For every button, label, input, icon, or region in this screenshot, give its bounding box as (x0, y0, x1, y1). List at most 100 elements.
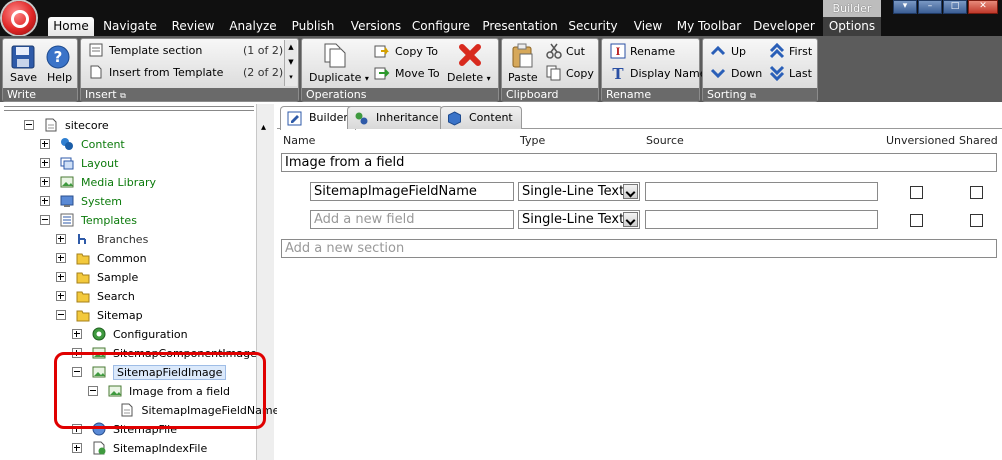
delete-button[interactable]: Delete ▾ (447, 71, 491, 84)
help-icon: ? (46, 45, 70, 69)
tree-item-branches[interactable]: Branches (56, 231, 148, 249)
copy-to-icon (374, 45, 389, 58)
field-unversioned-checkbox[interactable] (910, 186, 923, 199)
tab-versions[interactable]: Versions (346, 17, 406, 36)
collapse-icon[interactable] (56, 310, 66, 320)
paste-button[interactable]: Paste (508, 71, 538, 84)
group-clipboard: Paste Cut Copy Clipboard (501, 38, 599, 102)
group-sorting-label: Sorting ⧉ (703, 88, 817, 101)
rename-button[interactable]: Rename (630, 45, 675, 58)
tree-item-layout[interactable]: Layout (40, 155, 118, 173)
section-name-input[interactable]: Image from a field (281, 153, 997, 172)
new-field-type-select[interactable]: Single-Line Text (518, 210, 640, 229)
new-field-input[interactable]: Add a new field (310, 210, 514, 229)
tab-home[interactable]: Home (48, 17, 94, 36)
copy-button[interactable]: Copy (566, 67, 594, 80)
down-icon (710, 68, 726, 79)
expand-icon[interactable] (40, 196, 50, 206)
expand-icon[interactable] (72, 443, 82, 453)
move-last-button[interactable]: Last (789, 67, 812, 80)
new-field-source-input[interactable] (645, 210, 878, 229)
tree-item-sitemap-index-file[interactable]: SitemapIndexFile (72, 440, 207, 458)
move-first-button[interactable]: First (789, 45, 812, 58)
template-section-icon (89, 43, 103, 57)
move-to-icon (374, 67, 390, 80)
move-up-button[interactable]: Up (731, 45, 746, 58)
folder-icon (76, 310, 89, 322)
save-button[interactable]: Save (10, 71, 37, 84)
insert-template-section-button[interactable]: Template section (109, 44, 202, 57)
insert-from-template-button[interactable]: Insert from Template (109, 66, 223, 79)
display-name-button[interactable]: Display Name (630, 67, 707, 80)
tree-item-templates[interactable]: Templates (40, 212, 137, 230)
tab-content[interactable]: Content (440, 106, 522, 129)
duplicate-button[interactable]: Duplicate ▾ (309, 71, 369, 84)
maximize-icon[interactable]: □ (943, 0, 967, 14)
field-type-select[interactable]: Single-Line Text (518, 182, 640, 201)
new-field-unversioned-checkbox[interactable] (910, 214, 923, 227)
expand-icon[interactable] (40, 139, 50, 149)
tab-presentation[interactable]: Presentation (480, 17, 560, 36)
column-header-source: Source (646, 134, 684, 147)
move-down-button[interactable]: Down (731, 67, 762, 80)
sitemap-index-icon (93, 441, 105, 455)
dropdown-icon[interactable]: ▾ (893, 0, 917, 14)
tab-my-toolbar[interactable]: My Toolbar (676, 17, 742, 36)
expand-icon[interactable] (56, 253, 66, 263)
collapse-icon[interactable] (40, 215, 50, 225)
close-icon[interactable]: ✕ (968, 0, 998, 14)
configuration-icon (92, 327, 105, 341)
tree-item-configuration[interactable]: Configuration (72, 326, 188, 344)
last-icon (769, 65, 785, 81)
minimize-icon[interactable]: – (918, 0, 942, 14)
tree-item-content[interactable]: Content (40, 136, 125, 154)
insert-gallery-scroll[interactable]: ▲ ▼ ▾ (284, 40, 297, 86)
tab-navigate[interactable]: Navigate (100, 17, 160, 36)
tab-developer[interactable]: Developer (752, 17, 816, 36)
help-button[interactable]: Help (47, 71, 72, 84)
tree-item-media-library[interactable]: Media Library (40, 174, 156, 192)
tab-view[interactable]: View (630, 17, 666, 36)
sitecore-icon (45, 118, 56, 132)
field-source-input[interactable] (645, 182, 878, 201)
tree-item-system[interactable]: System (40, 193, 122, 211)
tab-configure[interactable]: Configure (410, 17, 472, 36)
collapse-icon[interactable] (24, 120, 34, 130)
new-section-input[interactable]: Add a new section (281, 239, 997, 258)
sitecore-start-button[interactable] (2, 1, 36, 35)
expand-icon[interactable] (56, 234, 66, 244)
move-to-button[interactable]: Move To (395, 67, 440, 80)
content-icon (60, 138, 73, 150)
chevron-down-icon[interactable] (623, 212, 638, 227)
scroll-up-icon[interactable]: ▴ (261, 122, 266, 133)
tab-publish[interactable]: Publish (288, 17, 338, 36)
expand-icon[interactable] (40, 158, 50, 168)
copy-to-button[interactable]: Copy To (395, 45, 438, 58)
cut-button[interactable]: Cut (566, 45, 585, 58)
tree-item-sitecore[interactable]: sitecore (24, 117, 109, 135)
expand-icon[interactable] (72, 329, 82, 339)
tree-item-sample[interactable]: Sample (56, 269, 138, 287)
folder-icon (76, 291, 89, 303)
field-name-input[interactable]: SitemapImageFieldName (310, 182, 514, 201)
group-clipboard-label: Clipboard (502, 88, 598, 101)
tab-options[interactable]: Options (823, 17, 881, 36)
svg-text:T: T (612, 65, 624, 81)
branches-icon (77, 234, 86, 244)
expand-icon[interactable] (56, 272, 66, 282)
chevron-down-icon[interactable] (623, 184, 638, 199)
tab-review[interactable]: Review (166, 17, 220, 36)
tree-item-search[interactable]: Search (56, 288, 135, 306)
tree-item-sitemap[interactable]: Sitemap (56, 307, 143, 325)
field-shared-checkbox[interactable] (970, 186, 983, 199)
tab-analyze[interactable]: Analyze (226, 17, 280, 36)
tab-inheritance[interactable]: Inheritance (347, 106, 443, 129)
tree-item-common[interactable]: Common (56, 250, 147, 268)
expand-icon[interactable] (56, 291, 66, 301)
tab-security[interactable]: Security (567, 17, 619, 36)
system-icon (60, 195, 73, 207)
svg-text:I: I (616, 47, 621, 58)
tab-builder[interactable]: Builder (280, 106, 356, 130)
expand-icon[interactable] (40, 177, 50, 187)
new-field-shared-checkbox[interactable] (970, 214, 983, 227)
